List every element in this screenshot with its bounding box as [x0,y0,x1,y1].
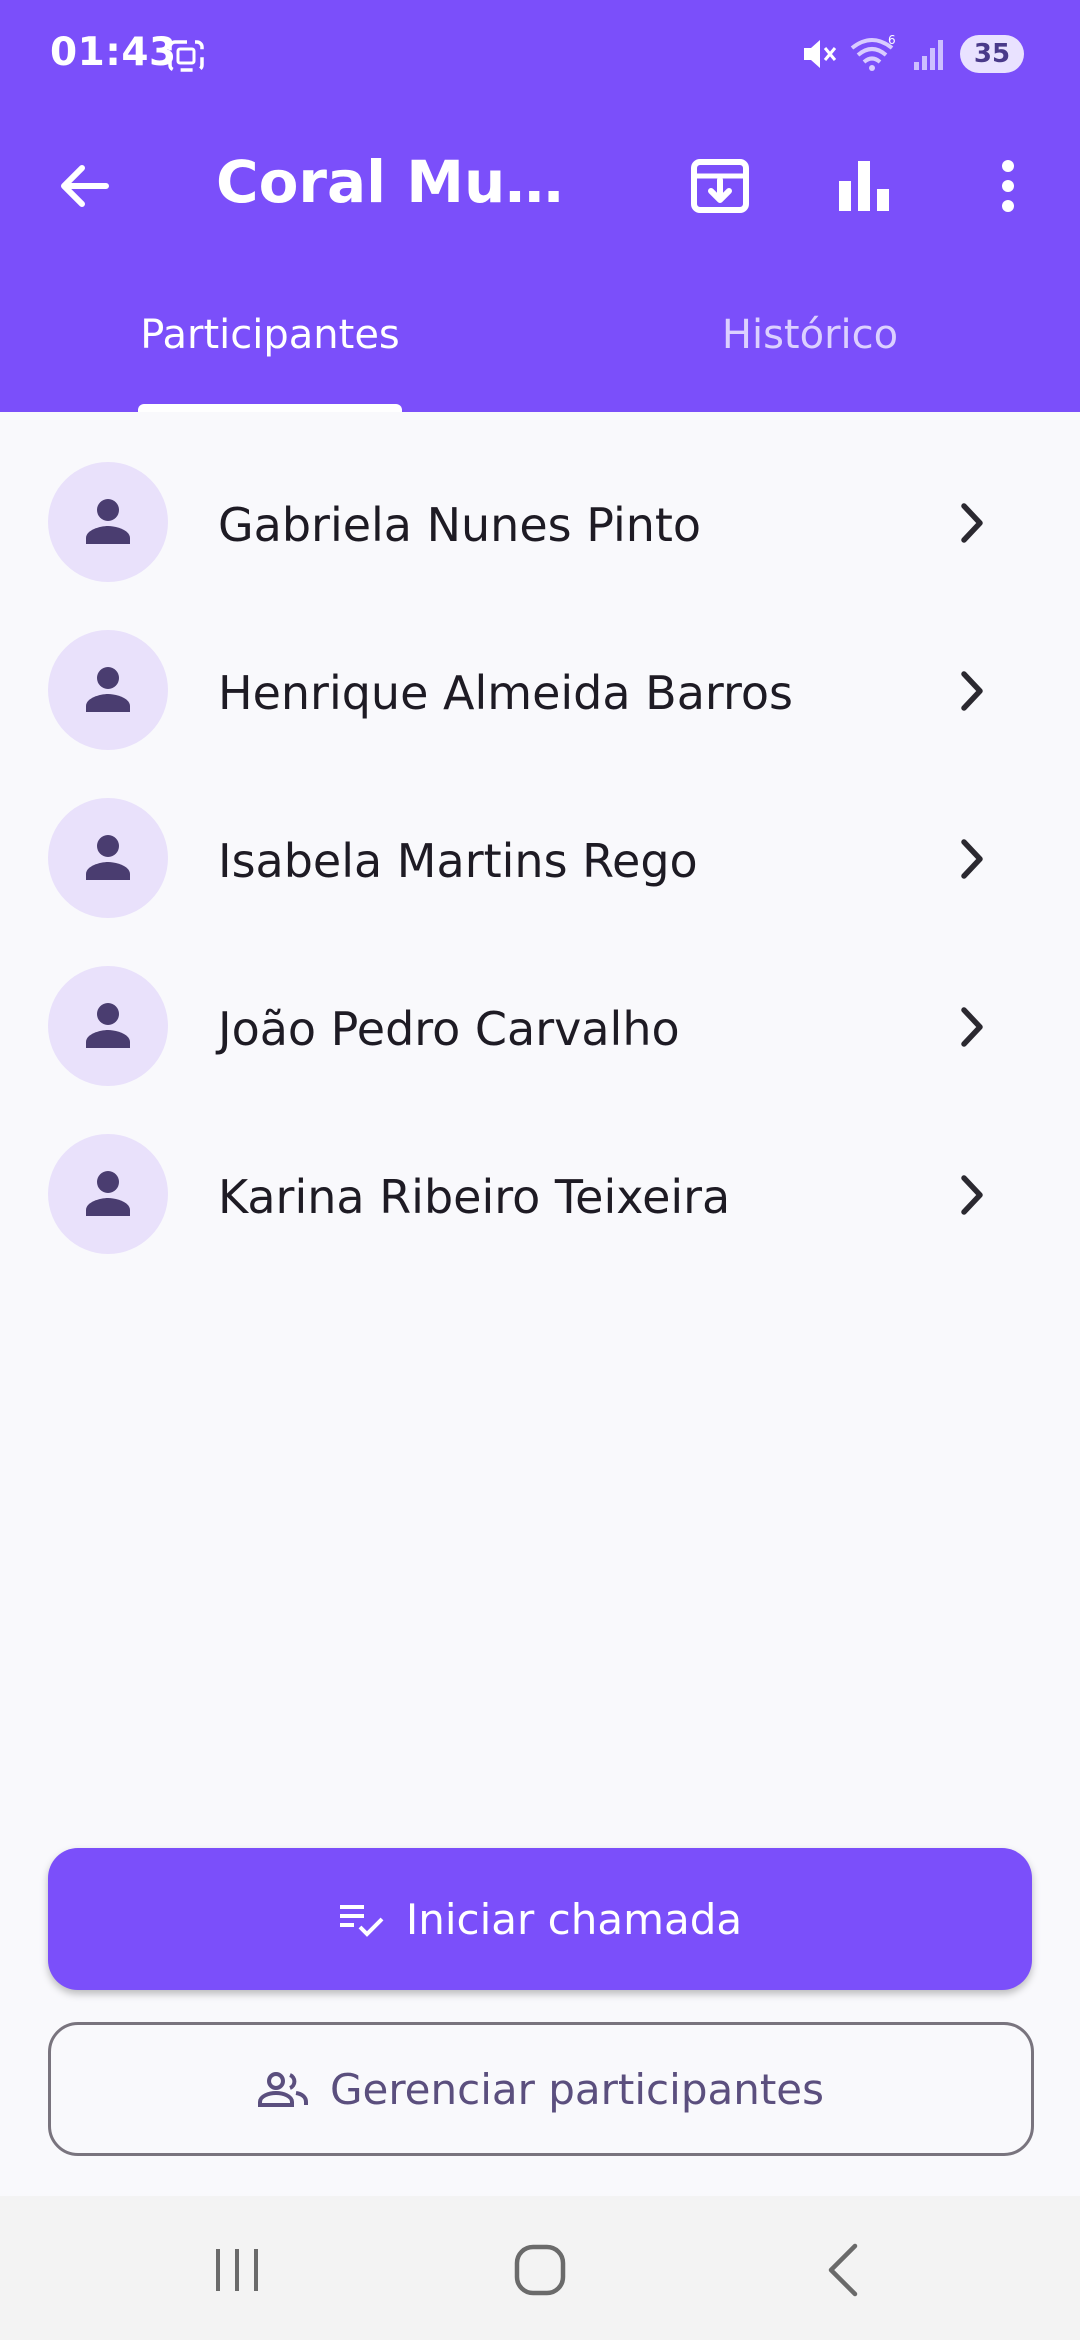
list-item[interactable]: Isabela Martins Rego [0,748,1080,918]
svg-text:6: 6 [888,34,896,47]
back-button[interactable] [44,146,124,226]
avatar [48,630,168,750]
chevron-right-icon [961,839,983,879]
manage-participants-label: Gerenciar participantes [329,2064,825,2114]
wifi-icon: 6 [850,34,896,71]
chevron-right-icon [961,503,983,543]
screenshot-icon [168,40,204,72]
status-bar: 01:43 6 35 [0,0,1080,110]
back-chevron-icon [828,2243,858,2297]
arrow-left-icon [61,165,109,207]
mute-icon [804,40,837,68]
checklist-icon [339,1905,384,1937]
avatar [48,798,168,918]
signal-icon [914,40,943,70]
list-item[interactable]: Karina Ribeiro Teixeira [0,1084,1080,1254]
recent-apps-icon [216,2249,258,2291]
group-icon [257,2072,308,2107]
tab-historico[interactable]: Histórico [700,312,920,358]
person-icon [86,1003,130,1048]
list-item[interactable]: Gabriela Nunes Pinto [0,412,1080,582]
participant-name: Isabela Martins Rego [218,834,698,888]
more-options-button[interactable] [968,146,1048,226]
person-icon [86,667,130,712]
list-item[interactable]: João Pedro Carvalho [0,916,1080,1086]
manage-participants-button[interactable]: Gerenciar participantes [48,2022,1034,2156]
participant-list: Gabriela Nunes Pinto Henrique Almeida Ba… [0,412,1080,1254]
chevron-right-icon [961,1007,983,1047]
tab-bar: Participantes Histórico [0,282,1080,412]
more-vertical-icon [1002,160,1014,212]
participant-name: Gabriela Nunes Pinto [218,498,702,552]
chevron-right-icon [961,671,983,711]
status-icons: 6 35 [800,32,1024,76]
start-call-label: Iniciar chamada [405,1894,743,1944]
tab-participantes[interactable]: Participantes [138,312,402,358]
page-title: Coral Muni... [216,148,596,216]
person-icon [86,499,130,544]
tab-indicator [138,404,402,412]
start-call-button[interactable]: Iniciar chamada [48,1848,1032,1990]
home-button[interactable] [505,2240,575,2300]
recent-apps-button[interactable] [202,2240,272,2300]
archive-button[interactable] [680,146,760,226]
list-item[interactable]: Henrique Almeida Barros [0,580,1080,750]
person-icon [86,835,130,880]
person-icon [86,1171,130,1216]
app-bar: 01:43 6 35 Coral Muni... Participantes H… [0,0,1080,412]
participant-name: Karina Ribeiro Teixeira [218,1170,731,1224]
battery-indicator: 35 [960,35,1024,73]
avatar [48,966,168,1086]
participant-name: Henrique Almeida Barros [218,666,794,720]
archive-download-icon [691,159,749,213]
back-nav-button[interactable] [808,2240,878,2300]
participant-name: João Pedro Carvalho [218,1002,680,1056]
chevron-right-icon [961,1175,983,1215]
status-time: 01:43 [50,30,177,75]
bar-chart-icon [839,161,889,211]
stats-button[interactable] [824,146,904,226]
system-nav-bar [0,2196,1080,2340]
avatar [48,462,168,582]
toolbar: Coral Muni... [0,130,1080,242]
avatar [48,1134,168,1254]
home-icon [514,2244,566,2296]
